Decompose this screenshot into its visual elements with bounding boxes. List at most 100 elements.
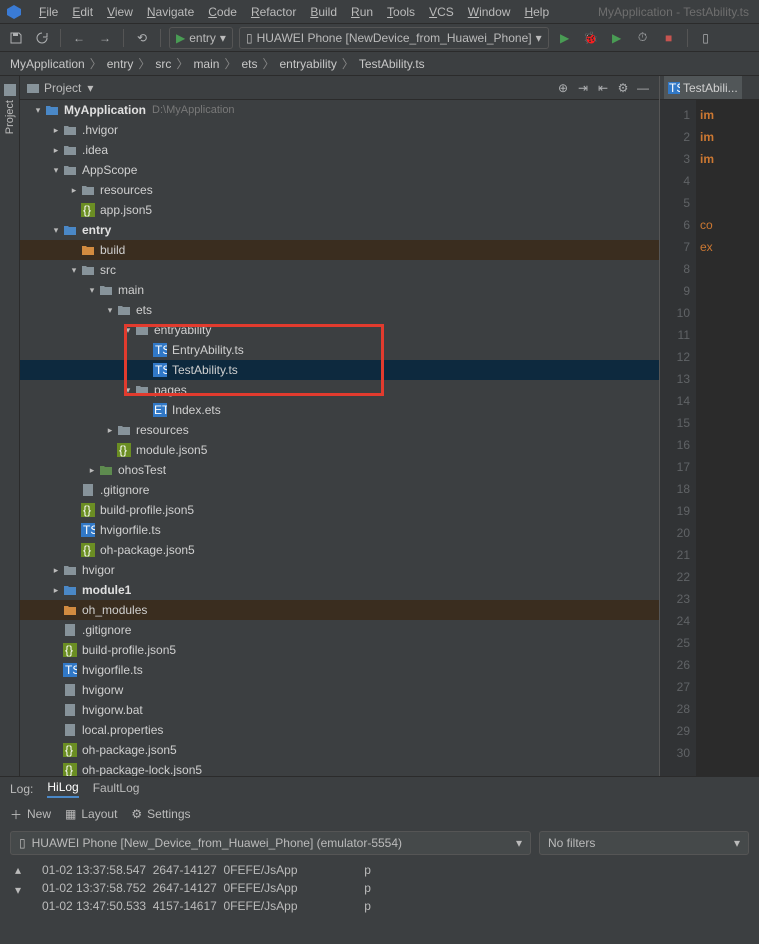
back-icon[interactable]: ← <box>69 28 89 48</box>
chevron-right-icon[interactable]: ▸ <box>104 425 116 436</box>
tree-row--gitignore[interactable]: .gitignore <box>20 480 659 500</box>
tree-row-resources[interactable]: ▸resources <box>20 180 659 200</box>
tree-row-hvigorfile-ts[interactable]: TShvigorfile.ts <box>20 520 659 540</box>
scroll-down-icon[interactable]: ▾ <box>15 883 21 897</box>
device-filter-dropdown[interactable]: ▯HUAWEI Phone [New_Device_from_Huawei_Ph… <box>10 831 531 855</box>
sync-icon[interactable]: ⟲ <box>132 28 152 48</box>
editor-code[interactable]: im im im co ex <box>696 100 759 776</box>
forward-icon[interactable]: → <box>95 28 115 48</box>
chevron-right-icon[interactable]: ▸ <box>50 125 62 136</box>
tree-row-hvigorfile-ts[interactable]: TShvigorfile.ts <box>20 660 659 680</box>
tree-row-entryability-ts[interactable]: TSEntryAbility.ts <box>20 340 659 360</box>
tree-row-appscope[interactable]: ▾AppScope <box>20 160 659 180</box>
layout-button[interactable]: ▦Layout <box>65 807 117 821</box>
tree-row-hvigorw[interactable]: hvigorw <box>20 680 659 700</box>
tree-row-build[interactable]: build <box>20 240 659 260</box>
text-filter-dropdown[interactable]: No filters ▾ <box>539 831 749 855</box>
coverage-icon[interactable]: ▶ <box>607 28 627 48</box>
tree-row-entry[interactable]: ▾entry <box>20 220 659 240</box>
save-icon[interactable] <box>6 28 26 48</box>
stop-icon[interactable]: ■ <box>659 28 679 48</box>
menu-vcs[interactable]: VCS <box>422 5 461 19</box>
tree-row-build-profile-json5[interactable]: {}build-profile.json5 <box>20 640 659 660</box>
chevron-right-icon[interactable]: ▸ <box>86 465 98 476</box>
tree-row-src[interactable]: ▾src <box>20 260 659 280</box>
project-rail-icon[interactable] <box>4 84 16 96</box>
log-output[interactable]: 01-02 13:37:58.547 2647-14127 0FEFE/JsAp… <box>36 859 759 932</box>
menu-navigate[interactable]: Navigate <box>140 5 201 19</box>
tree-row-module1[interactable]: ▸module1 <box>20 580 659 600</box>
chevron-down-icon[interactable]: ▾ <box>104 305 116 316</box>
device-manager-icon[interactable]: ▯ <box>696 28 716 48</box>
tree-row-hvigor[interactable]: ▸hvigor <box>20 560 659 580</box>
tree-row-index-ets[interactable]: ETSIndex.ets <box>20 400 659 420</box>
tree-row-local-properties[interactable]: local.properties <box>20 720 659 740</box>
editor-tab-testability[interactable]: TS TestAbili... <box>664 76 742 99</box>
tree-row-entryability[interactable]: ▾entryability <box>20 320 659 340</box>
menu-file[interactable]: File <box>32 5 65 19</box>
tree-row-oh-package-json5[interactable]: {}oh-package.json5 <box>20 540 659 560</box>
tree-row--idea[interactable]: ▸.idea <box>20 140 659 160</box>
tree-row-ohostest[interactable]: ▸ohosTest <box>20 460 659 480</box>
tree-row-oh-modules[interactable]: oh_modules <box>20 600 659 620</box>
tree-row--hvigor[interactable]: ▸.hvigor <box>20 120 659 140</box>
expand-icon[interactable]: ⇥ <box>573 78 593 98</box>
run-icon[interactable]: ▶ <box>555 28 575 48</box>
crumb-6[interactable]: TestAbility.ts <box>357 57 427 71</box>
tree-row-resources[interactable]: ▸resources <box>20 420 659 440</box>
crumb-1[interactable]: entry <box>105 57 136 71</box>
run-config-selector[interactable]: ▶ entry ▾ <box>169 27 233 49</box>
tree-row-pages[interactable]: ▾pages <box>20 380 659 400</box>
chevron-down-icon[interactable]: ▾ <box>50 165 62 176</box>
hide-icon[interactable]: — <box>633 78 653 98</box>
collapse-icon[interactable]: ⇤ <box>593 78 613 98</box>
tree-row-build-profile-json5[interactable]: {}build-profile.json5 <box>20 500 659 520</box>
tree-row-oh-package-lock-json5[interactable]: {}oh-package-lock.json5 <box>20 760 659 776</box>
menu-edit[interactable]: Edit <box>65 5 100 19</box>
menu-help[interactable]: Help <box>517 5 556 19</box>
tree-row-main[interactable]: ▾main <box>20 280 659 300</box>
project-rail-label[interactable]: Project <box>4 100 16 134</box>
tree-row-myapplication[interactable]: ▾MyApplicationD:\MyApplication <box>20 100 659 120</box>
menu-run[interactable]: Run <box>344 5 380 19</box>
tree-row-module-json5[interactable]: {}module.json5 <box>20 440 659 460</box>
chevron-right-icon[interactable]: ▸ <box>50 585 62 596</box>
tree-row--gitignore[interactable]: .gitignore <box>20 620 659 640</box>
project-tree[interactable]: ▾MyApplicationD:\MyApplication▸.hvigor▸.… <box>20 100 659 776</box>
chevron-down-icon[interactable]: ▾ <box>122 325 134 336</box>
menu-view[interactable]: View <box>100 5 140 19</box>
refresh-icon[interactable] <box>32 28 52 48</box>
chevron-down-icon[interactable]: ▾ <box>87 81 93 95</box>
chevron-right-icon[interactable]: ▸ <box>50 565 62 576</box>
chevron-down-icon[interactable]: ▾ <box>50 225 62 236</box>
chevron-right-icon[interactable]: ▸ <box>68 185 80 196</box>
gear-icon[interactable]: ⚙ <box>613 78 633 98</box>
crumb-4[interactable]: ets <box>239 57 259 71</box>
device-selector[interactable]: ▯ HUAWEI Phone [NewDevice_from_Huawei_Ph… <box>239 27 549 49</box>
tree-row-app-json5[interactable]: {}app.json5 <box>20 200 659 220</box>
chevron-down-icon[interactable]: ▾ <box>32 105 44 116</box>
tab-faultlog[interactable]: FaultLog <box>93 781 140 797</box>
chevron-down-icon[interactable]: ▾ <box>122 385 134 396</box>
tab-hilog[interactable]: HiLog <box>47 780 78 798</box>
menu-window[interactable]: Window <box>461 5 518 19</box>
menu-tools[interactable]: Tools <box>380 5 422 19</box>
tree-row-ets[interactable]: ▾ets <box>20 300 659 320</box>
crumb-2[interactable]: src <box>153 57 173 71</box>
crumb-3[interactable]: main <box>191 57 221 71</box>
settings-button[interactable]: ⚙Settings <box>131 807 190 821</box>
menu-build[interactable]: Build <box>303 5 344 19</box>
tree-row-testability-ts[interactable]: TSTestAbility.ts <box>20 360 659 380</box>
target-icon[interactable]: ⊕ <box>553 78 573 98</box>
debug-icon[interactable]: 🐞 <box>581 28 601 48</box>
crumb-0[interactable]: MyApplication <box>8 57 87 71</box>
chevron-down-icon[interactable]: ▾ <box>68 265 80 276</box>
profile-icon[interactable]: ⏱ <box>633 28 653 48</box>
tree-row-oh-package-json5[interactable]: {}oh-package.json5 <box>20 740 659 760</box>
chevron-down-icon[interactable]: ▾ <box>86 285 98 296</box>
menu-refactor[interactable]: Refactor <box>244 5 303 19</box>
new-button[interactable]: ＋New <box>10 806 51 823</box>
tree-row-hvigorw-bat[interactable]: hvigorw.bat <box>20 700 659 720</box>
scroll-up-icon[interactable]: ▴ <box>15 863 21 877</box>
crumb-5[interactable]: entryability <box>278 57 339 71</box>
